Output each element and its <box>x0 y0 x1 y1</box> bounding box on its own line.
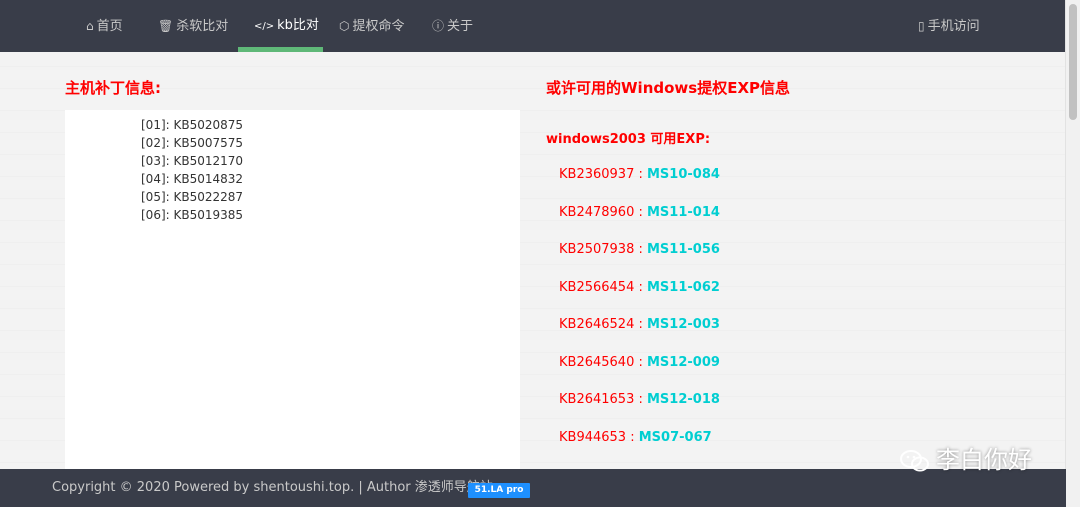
patch-list-panel: [01]: KB5020875 [02]: KB5007575 [03]: KB… <box>65 110 520 470</box>
home-icon: ⌂ <box>86 19 94 33</box>
patch-list: [01]: KB5020875 [02]: KB5007575 [03]: KB… <box>141 116 243 224</box>
top-navbar: ⌂ 首页 🗑 杀软比对 </> kb比对 ⬡ 提权命令 ⓘ 关于 ▯ 手机访问 <box>0 0 1066 52</box>
51la-badge[interactable]: 51.LA pro <box>468 483 530 498</box>
patch-item: [02]: KB5007575 <box>141 136 244 150</box>
nav-item-antivirus-compare[interactable]: 🗑 杀软比对 <box>158 0 228 52</box>
nav-item-label: 首页 <box>96 19 123 34</box>
wechat-icon <box>900 450 929 472</box>
exp-os-subtitle: windows2003 可用EXP: <box>546 132 711 147</box>
info-icon: ⓘ <box>432 19 445 33</box>
exp-info-title: 或许可用的Windows提权EXP信息 <box>546 79 790 97</box>
exp-separator: : <box>634 242 647 257</box>
exp-ms: MS10-084 <box>647 167 720 182</box>
exp-separator: : <box>634 205 647 220</box>
exp-kb: KB944653 <box>559 430 627 445</box>
nav-item-kb-compare[interactable]: </> kb比对 <box>254 0 319 52</box>
exp-ms: MS07-067 <box>638 430 712 445</box>
exp-ms: MS12-009 <box>647 355 720 370</box>
cube-icon: ⬡ <box>339 19 350 33</box>
nav-item-home[interactable]: ⌂ 首页 <box>86 0 123 52</box>
page-scrollbar[interactable] <box>1065 0 1080 507</box>
patch-item: [03]: KB5012170 <box>141 154 244 168</box>
patch-item: [01]: KB5020875 <box>141 118 244 132</box>
nav-item-label: 手机访问 <box>927 19 980 34</box>
exp-kb: KB2566454 <box>559 280 635 295</box>
nav-item-mobile-access[interactable]: ▯ 手机访问 <box>918 0 980 52</box>
exp-row: KB2646524 : MS12-003 <box>559 317 720 332</box>
exp-separator: : <box>634 355 647 370</box>
exp-kb: KB2645640 <box>559 355 635 370</box>
nav-item-label: kb比对 <box>277 18 319 33</box>
footer-copyright: Copyright © 2020 Powered by shentoushi.t… <box>52 480 493 495</box>
nav-item-label: 提权命令 <box>352 19 405 34</box>
exp-separator: : <box>634 317 647 332</box>
exp-row: KB2360937 : MS10-084 <box>559 167 720 182</box>
watermark-text: 李白你好 <box>936 446 1032 474</box>
exp-row: KB2645640 : MS12-009 <box>559 355 720 370</box>
wechat-watermark: 李白你好 <box>900 440 1032 475</box>
patch-info-title: 主机补丁信息: <box>65 79 161 97</box>
exp-separator: : <box>634 280 647 295</box>
exp-kb: KB2641653 <box>559 392 635 407</box>
exp-row: KB2507938 : MS11-056 <box>559 242 720 257</box>
exp-row: KB2478960 : MS11-014 <box>559 205 720 220</box>
nav-item-about[interactable]: ⓘ 关于 <box>432 0 473 52</box>
phone-icon: ▯ <box>918 19 925 33</box>
nav-item-privesc-commands[interactable]: ⬡ 提权命令 <box>339 0 405 52</box>
exp-separator: : <box>634 167 647 182</box>
exp-ms: MS11-062 <box>647 280 720 295</box>
exp-kb: KB2646524 <box>559 317 635 332</box>
exp-kb: KB2478960 <box>559 205 635 220</box>
trash-icon: 🗑 <box>158 19 174 33</box>
exp-kb: KB2507938 <box>559 242 635 257</box>
patch-item: [06]: KB5019385 <box>141 208 244 222</box>
exp-ms: MS11-056 <box>647 242 720 257</box>
exp-separator: : <box>626 430 639 445</box>
exp-ms: MS12-018 <box>647 392 720 407</box>
patch-item: [05]: KB5022287 <box>141 190 244 204</box>
exp-ms: MS12-003 <box>647 317 720 332</box>
exp-row: KB2641653 : MS12-018 <box>559 392 720 407</box>
exp-ms: MS11-014 <box>647 205 720 220</box>
exp-row: KB2566454 : MS11-062 <box>559 280 720 295</box>
code-icon: </> <box>254 21 275 32</box>
exp-separator: : <box>634 392 647 407</box>
patch-item: [04]: KB5014832 <box>141 172 244 186</box>
nav-item-label: 杀软比对 <box>176 19 229 34</box>
active-tab-indicator <box>238 47 323 52</box>
exp-kb: KB2360937 <box>559 167 635 182</box>
exp-row: KB944653 : MS07-067 <box>559 430 712 445</box>
nav-item-label: 关于 <box>447 19 474 34</box>
scrollbar-thumb[interactable] <box>1069 4 1077 120</box>
